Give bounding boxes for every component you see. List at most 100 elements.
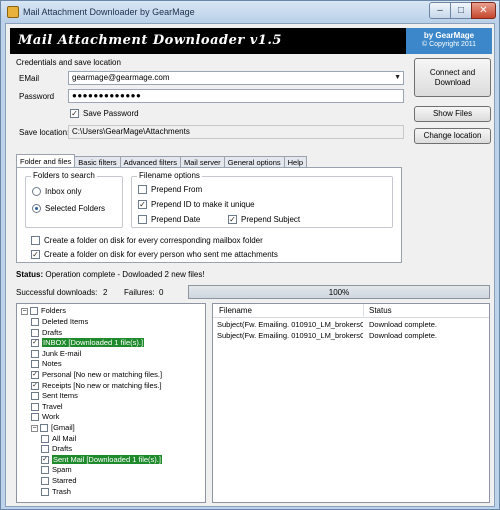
prepend-from-option[interactable]: Prepend From xyxy=(138,185,202,195)
column-header-filename[interactable]: Filename xyxy=(219,306,252,315)
inbox-only-label: Inbox only xyxy=(45,187,82,196)
tree-item-label: Receipts [No new or matching files.] xyxy=(42,380,162,390)
tree-item-checkbox[interactable] xyxy=(31,318,39,327)
folder-per-sender-option[interactable]: ✓ Create a folder on disk for every perso… xyxy=(31,250,278,260)
maximize-button[interactable]: □ xyxy=(450,2,472,19)
save-password-option[interactable]: ✓ Save Password xyxy=(70,109,139,119)
tree-item-checkbox[interactable] xyxy=(31,402,39,411)
tree-item-checkbox[interactable] xyxy=(31,413,39,422)
collapse-icon[interactable]: − xyxy=(31,424,38,432)
tree-item[interactable]: Notes xyxy=(31,359,62,369)
tree-item-label: Spam xyxy=(52,465,72,475)
selected-folders-radio[interactable] xyxy=(32,204,41,214)
tree-item-checkbox[interactable]: ✓ xyxy=(31,339,39,348)
file-name-cell: Subject(Fw. Emailing. 010910_LM_brokersO… xyxy=(217,331,363,340)
folder-per-mailbox-label: Create a folder on disk for every corres… xyxy=(44,236,263,245)
tree-item[interactable]: Deleted Items xyxy=(31,317,88,327)
inbox-only-option[interactable]: Inbox only xyxy=(32,187,81,197)
tree-item[interactable]: ✓ Personal [No new or matching files.] xyxy=(31,370,162,380)
file-status-cell: Download complete. xyxy=(369,320,437,329)
minimize-button[interactable]: – xyxy=(429,2,451,19)
download-progress-bar: 100% xyxy=(188,285,490,299)
tree-item-checkbox[interactable] xyxy=(31,392,39,401)
credentials-section-label: Credentials and save location xyxy=(16,58,121,67)
banner-title: Mail Attachment Downloader v1.5 xyxy=(18,33,282,48)
prepend-date-checkbox[interactable] xyxy=(138,215,147,225)
prepend-id-checkbox[interactable]: ✓ xyxy=(138,200,147,210)
prepend-id-option[interactable]: ✓ Prepend ID to make it unique xyxy=(138,200,255,210)
tree-item-checkbox[interactable] xyxy=(41,477,49,486)
tree-item[interactable]: Trash xyxy=(41,487,71,497)
chevron-down-icon[interactable]: ▼ xyxy=(394,72,401,84)
save-password-checkbox[interactable]: ✓ xyxy=(70,109,79,119)
folders-to-search-group: Folders to search Inbox only Selected Fo… xyxy=(25,171,123,228)
tree-item-checkbox[interactable] xyxy=(31,349,39,358)
options-tabs: Folder and files Basic filters Advanced fi… xyxy=(16,154,308,168)
client-area: Mail Attachment Downloader v1.5 by GearM… xyxy=(5,23,495,507)
tree-item[interactable]: All Mail xyxy=(41,434,76,444)
progress-text: 100% xyxy=(328,288,350,297)
tree-item[interactable]: − [Gmail] xyxy=(31,423,75,433)
files-list-header: Filename Status xyxy=(213,304,489,318)
folder-per-sender-checkbox[interactable]: ✓ xyxy=(31,250,40,260)
prepend-from-checkbox[interactable] xyxy=(138,185,147,195)
file-name-cell: Subject(Fw. Emailing. 010910_LM_brokersO… xyxy=(217,320,363,329)
folder-per-mailbox-checkbox[interactable] xyxy=(31,236,40,246)
tree-item-checkbox[interactable]: ✓ xyxy=(31,381,39,390)
prepend-date-option[interactable]: Prepend Date xyxy=(138,215,200,225)
folder-tree[interactable]: − Folders Deleted Items Drafts ✓ INBOX [Down… xyxy=(16,303,206,503)
tree-item[interactable]: Work xyxy=(31,412,59,422)
tree-item[interactable]: Spam xyxy=(41,465,72,475)
tree-item[interactable]: Starred xyxy=(41,476,77,486)
tree-item-checkbox[interactable]: ✓ xyxy=(31,371,39,380)
tree-item[interactable]: ✓ Receipts [No new or matching files.] xyxy=(31,381,162,391)
password-field[interactable]: ●●●●●●●●●●●●● xyxy=(68,89,404,103)
title-bar[interactable]: Mail Attachment Downloader by GearMage –… xyxy=(1,1,499,23)
tree-item[interactable]: Travel xyxy=(31,402,63,412)
file-row[interactable]: Subject(Fw. Emailing. 010910_LM_brokersO… xyxy=(213,320,489,330)
change-location-button[interactable]: Change location xyxy=(414,128,491,144)
tree-item-label: Personal [No new or matching files.] xyxy=(42,370,163,379)
tree-item-checkbox[interactable] xyxy=(40,424,48,433)
status-text: Operation complete - Dowloaded 2 new fil… xyxy=(45,270,205,279)
connect-download-button[interactable]: Connect and Download xyxy=(414,58,491,97)
column-divider[interactable] xyxy=(363,304,364,318)
tree-item[interactable]: ✓ INBOX [Downloaded 1 file(s).] xyxy=(31,338,145,348)
tree-root-checkbox[interactable] xyxy=(30,307,38,316)
files-list[interactable]: Filename Status Subject(Fw. Emailing. 01… xyxy=(212,303,490,503)
save-password-label: Save Password xyxy=(83,109,139,118)
file-row[interactable]: Subject(Fw. Emailing. 010910_LM_brokersO… xyxy=(213,331,489,341)
tree-item-checkbox[interactable]: ✓ xyxy=(41,455,49,464)
collapse-icon[interactable]: − xyxy=(21,307,28,315)
tree-item[interactable]: Drafts xyxy=(41,444,72,454)
folder-per-mailbox-option[interactable]: Create a folder on disk for every corres… xyxy=(31,236,263,246)
tree-item[interactable]: Junk E-mail xyxy=(31,349,81,359)
tree-item-checkbox[interactable] xyxy=(41,434,49,443)
tree-item[interactable]: Drafts xyxy=(31,328,62,338)
tab-folder-and-files[interactable]: Folder and files xyxy=(16,154,76,168)
tree-item-label: Junk E-mail xyxy=(42,348,82,358)
show-files-button[interactable]: Show Files xyxy=(414,106,491,122)
tree-item-checkbox[interactable] xyxy=(31,328,39,337)
tree-item[interactable]: ✓ Sent Mail [Downloaded 1 file(s).] xyxy=(41,454,162,465)
prepend-subject-checkbox[interactable]: ✓ xyxy=(228,215,237,225)
column-header-status[interactable]: Status xyxy=(369,306,392,315)
tree-item[interactable]: Sent Items xyxy=(31,391,78,401)
window-title: Mail Attachment Downloader by GearMage xyxy=(23,7,195,17)
email-field[interactable]: gearmage@gearmage.com ▼ xyxy=(68,71,404,85)
save-location-label: Save location: xyxy=(19,128,70,137)
inbox-only-radio[interactable] xyxy=(32,187,41,197)
tree-item-checkbox[interactable] xyxy=(41,487,49,496)
filename-options-title: Filename options xyxy=(137,171,202,180)
close-button[interactable]: ✕ xyxy=(471,2,496,19)
tree-root-folders[interactable]: − Folders xyxy=(21,306,66,316)
tree-item-checkbox[interactable] xyxy=(41,466,49,475)
prepend-subject-option[interactable]: ✓ Prepend Subject xyxy=(228,215,300,225)
tree-item-checkbox[interactable] xyxy=(41,445,49,454)
tree-item-label: [Gmail] xyxy=(51,423,75,432)
failures-label: Failures: xyxy=(124,288,155,297)
tree-item-checkbox[interactable] xyxy=(31,360,39,369)
successful-downloads-label: Successful downloads: xyxy=(16,288,98,297)
failures-count: 0 xyxy=(159,288,164,297)
selected-folders-option[interactable]: Selected Folders xyxy=(32,204,105,214)
